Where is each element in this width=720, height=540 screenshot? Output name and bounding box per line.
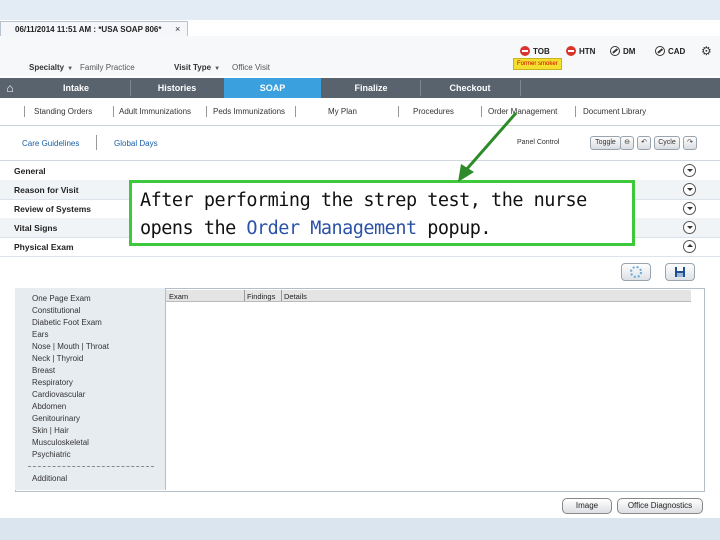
exam-item[interactable]: Skin | Hair (32, 426, 69, 435)
floppy-glyph (675, 267, 685, 277)
exam-item[interactable]: Musculoskeletal (32, 438, 89, 447)
exam-item[interactable]: Abdomen (32, 402, 66, 411)
arrow-head (458, 164, 474, 182)
exam-item[interactable]: Diabetic Foot Exam (32, 318, 102, 327)
exam-item[interactable]: Constitutional (32, 306, 80, 315)
exam-item[interactable]: One Page Exam (32, 294, 91, 303)
office-diagnostics-button[interactable]: Office Diagnostics (617, 498, 703, 514)
exam-item[interactable]: Neck | Thyroid (32, 354, 83, 363)
exam-item[interactable]: Psychiatric (32, 450, 71, 459)
column-header-findings[interactable]: Findings (247, 292, 275, 301)
exam-item[interactable]: Ears (32, 330, 48, 339)
image-button[interactable]: Image (562, 498, 612, 514)
exam-item[interactable]: Breast (32, 366, 55, 375)
exam-list-divider (28, 466, 154, 467)
spinner-glyph (630, 266, 642, 278)
column-divider[interactable] (281, 290, 282, 301)
arrow-shaft (464, 112, 518, 171)
exam-item[interactable]: Cardiovascular (32, 390, 85, 399)
column-header-exam[interactable]: Exam (169, 292, 188, 301)
exam-item[interactable]: Genitourinary (32, 414, 80, 423)
exam-item[interactable]: Nose | Mouth | Throat (32, 342, 109, 351)
refresh-icon[interactable] (621, 263, 651, 281)
column-header-details[interactable]: Details (284, 292, 307, 301)
exam-item[interactable]: Respiratory (32, 378, 73, 387)
exam-item-additional[interactable]: Additional (32, 474, 67, 483)
save-icon[interactable] (665, 263, 695, 281)
column-divider[interactable] (244, 290, 245, 301)
